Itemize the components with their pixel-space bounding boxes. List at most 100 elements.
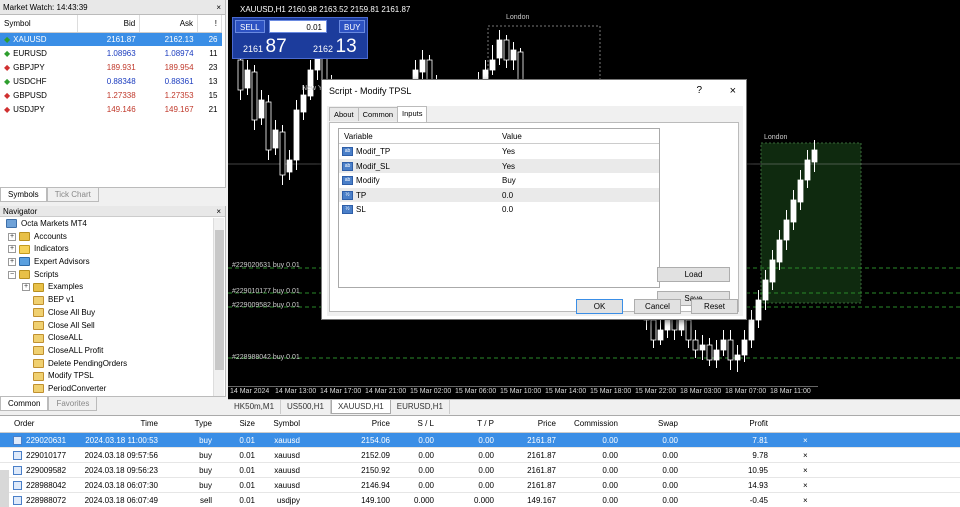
time-tick-label: 18 Mar 11:00	[770, 388, 811, 395]
chart-tab[interactable]: EURUSD,H1	[391, 400, 450, 414]
navigator-item[interactable]: CloseALL Profit	[0, 345, 212, 358]
expand-toggle-icon[interactable]: +	[8, 245, 16, 254]
chart-tab[interactable]: US500,H1	[281, 400, 331, 414]
trade-row[interactable]: 229010177 2024.03.18 09:57:56 buy 0.01 xauus…	[0, 448, 960, 463]
expand-toggle-icon[interactable]: +	[8, 257, 16, 266]
param-value[interactable]: Buy	[502, 176, 516, 185]
candle-body	[811, 149, 818, 163]
param-value[interactable]: Yes	[502, 162, 515, 171]
col-ask[interactable]: Ask	[139, 15, 199, 33]
buy-price[interactable]: 2162 13	[313, 36, 357, 58]
terminal-col-header[interactable]: Time	[141, 419, 158, 428]
terminal-col-header[interactable]: Type	[195, 419, 212, 428]
navigator-item[interactable]: Modify TPSL	[0, 370, 212, 383]
trade-row[interactable]: 228988072 2024.03.18 06:07:49 sell 0.01 usdj…	[0, 493, 960, 507]
time-tick-label: 14 Mar 21:00	[365, 388, 407, 395]
param-value[interactable]: Yes	[502, 147, 515, 156]
col-symbol[interactable]: Symbol	[0, 15, 79, 33]
close-order-icon[interactable]: ×	[803, 496, 808, 505]
terminal-side-tab[interactable]	[0, 470, 9, 507]
script-icon	[33, 320, 44, 330]
navigator-item[interactable]: + Indicators	[0, 243, 212, 256]
help-icon[interactable]: ?	[696, 80, 702, 102]
trade-row[interactable]: 229020631 2024.03.18 11:00:53 buy 0.01 xauus…	[0, 433, 960, 448]
chart-tab[interactable]: HK50m,M1	[228, 400, 282, 414]
market-watch-row[interactable]: ◆ USDCHF 0.88348 0.88361 13	[0, 74, 222, 88]
tab-tick-chart[interactable]: Tick Chart	[46, 188, 99, 202]
market-watch-row[interactable]: ◆ EURUSD 1.08963 1.08974 11	[0, 46, 222, 60]
input-param-row[interactable]: ½ TP 0.0	[339, 187, 659, 202]
candle-body	[692, 339, 699, 351]
terminal-col-header[interactable]: Price	[538, 419, 556, 428]
terminal-col-header[interactable]: Size	[239, 419, 255, 428]
sell-button[interactable]: SELL	[235, 20, 265, 33]
market-watch-row[interactable]: ◆ GBPUSD 1.27338 1.27353 15	[0, 88, 222, 102]
terminal-col-header[interactable]: S / L	[418, 419, 434, 428]
order-line-label[interactable]: #229009582 buy 0.01	[232, 302, 300, 309]
navigator-scrollbar[interactable]	[213, 218, 224, 396]
trade-row[interactable]: 228988042 2024.03.18 06:07:30 buy 0.01 xauus…	[0, 478, 960, 493]
trade-row[interactable]: 229009582 2024.03.18 09:56:23 buy 0.01 xauus…	[0, 463, 960, 478]
expand-toggle-icon[interactable]: +	[8, 232, 16, 241]
close-order-icon[interactable]: ×	[803, 466, 808, 475]
navigator-item[interactable]: − Scripts	[0, 269, 212, 282]
terminal-col-header[interactable]: Commission	[574, 419, 618, 428]
navigator-item[interactable]: BEP v1	[0, 294, 212, 307]
reset-button[interactable]: Reset	[691, 299, 738, 314]
cancel-button[interactable]: Cancel	[634, 299, 681, 314]
market-watch-row[interactable]: ◆ XAUUSD 2161.87 2162.13 26	[0, 32, 222, 46]
ok-button[interactable]: OK	[576, 299, 623, 314]
navigator-item[interactable]: CloseALL	[0, 332, 212, 345]
navigator-item[interactable]: Octa Markets MT4	[0, 218, 212, 231]
col-spread[interactable]: !	[197, 15, 222, 33]
tab-common[interactable]: Common	[357, 107, 399, 121]
order-line-label[interactable]: #229010177 buy 0.01	[232, 288, 300, 295]
navigator-item[interactable]: Close All Buy	[0, 307, 212, 320]
chart-tab-active[interactable]: XAUUSD,H1	[330, 400, 391, 414]
expand-toggle-icon[interactable]: −	[8, 270, 16, 279]
expand-toggle-icon[interactable]: +	[22, 283, 30, 292]
time-tick-label: 18 Mar 03:00	[680, 388, 722, 395]
terminal-col-header[interactable]: Profit	[749, 419, 768, 428]
input-param-row[interactable]: ½ SL 0.0	[339, 202, 659, 217]
terminal-col-header[interactable]: Symbol	[273, 419, 300, 428]
trade-type: buy	[199, 451, 212, 460]
param-value[interactable]: 0.0	[502, 191, 513, 200]
terminal-col-header[interactable]: Order	[14, 419, 34, 428]
navigator-item[interactable]: + Accounts	[0, 231, 212, 244]
input-param-row[interactable]: ab Modify Buy	[339, 173, 659, 188]
col-bid[interactable]: Bid	[77, 15, 141, 33]
close-order-icon[interactable]: ×	[803, 451, 808, 460]
load-button[interactable]: Load	[657, 267, 730, 282]
tab-about[interactable]: About	[329, 107, 359, 121]
sell-price[interactable]: 2161 87	[243, 36, 287, 58]
order-line-label[interactable]: #228988042 buy 0.01	[232, 354, 300, 361]
market-watch-close-icon[interactable]: ×	[216, 0, 221, 15]
tab-symbols[interactable]: Symbols	[0, 188, 47, 202]
navigator-item[interactable]: Delete PendingOrders	[0, 358, 212, 371]
trade-comm: 0.00	[602, 436, 618, 445]
navigator-close-icon[interactable]: ×	[216, 206, 221, 217]
tab-common[interactable]: Common	[0, 397, 49, 411]
input-param-row[interactable]: ab Modif_TP Yes	[339, 144, 659, 159]
navigator-item[interactable]: PeriodConverter	[0, 383, 212, 396]
tab-favorites[interactable]: Favorites	[48, 397, 98, 411]
navigator-item[interactable]: Close All Sell	[0, 320, 212, 333]
input-param-row[interactable]: ab Modif_SL Yes	[339, 158, 659, 173]
navigator-item[interactable]: + Examples	[0, 281, 212, 294]
dialog-close-icon[interactable]: ×	[730, 80, 736, 102]
close-order-icon[interactable]: ×	[803, 436, 808, 445]
terminal-col-header[interactable]: T / P	[477, 419, 494, 428]
order-line-label[interactable]: #229020631 buy 0.01	[232, 262, 300, 269]
param-value[interactable]: 0.0	[502, 205, 513, 214]
scrollbar-thumb[interactable]	[215, 230, 224, 370]
close-order-icon[interactable]: ×	[803, 481, 808, 490]
lot-input[interactable]: 0.01	[269, 20, 327, 33]
market-watch-row[interactable]: ◆ GBPJPY 189.931 189.954 23	[0, 60, 222, 74]
buy-button[interactable]: BUY	[339, 20, 366, 33]
terminal-col-header[interactable]: Price	[372, 419, 390, 428]
terminal-col-header[interactable]: Swap	[658, 419, 678, 428]
tab-inputs[interactable]: Inputs	[397, 106, 428, 122]
navigator-item[interactable]: + Expert Advisors	[0, 256, 212, 269]
market-watch-row[interactable]: ◆ USDJPY 149.146 149.167 21	[0, 102, 222, 116]
